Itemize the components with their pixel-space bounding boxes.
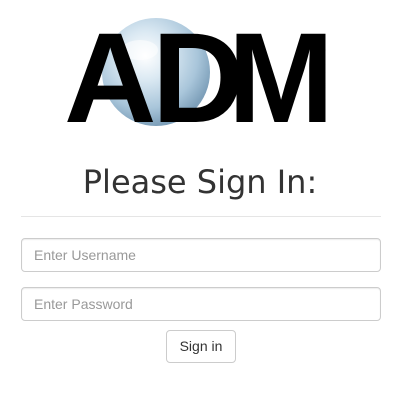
logo-letter-m: M	[228, 10, 334, 140]
adm-logo: A D M	[60, 10, 340, 140]
adm-logo-graphic: A D M	[64, 10, 334, 140]
divider	[21, 216, 381, 217]
username-input[interactable]	[21, 238, 381, 272]
page-title: Please Sign In:	[82, 163, 318, 201]
password-input[interactable]	[21, 287, 381, 321]
logo-letter-a: A	[64, 10, 156, 140]
sign-in-button[interactable]: Sign in	[166, 330, 236, 363]
